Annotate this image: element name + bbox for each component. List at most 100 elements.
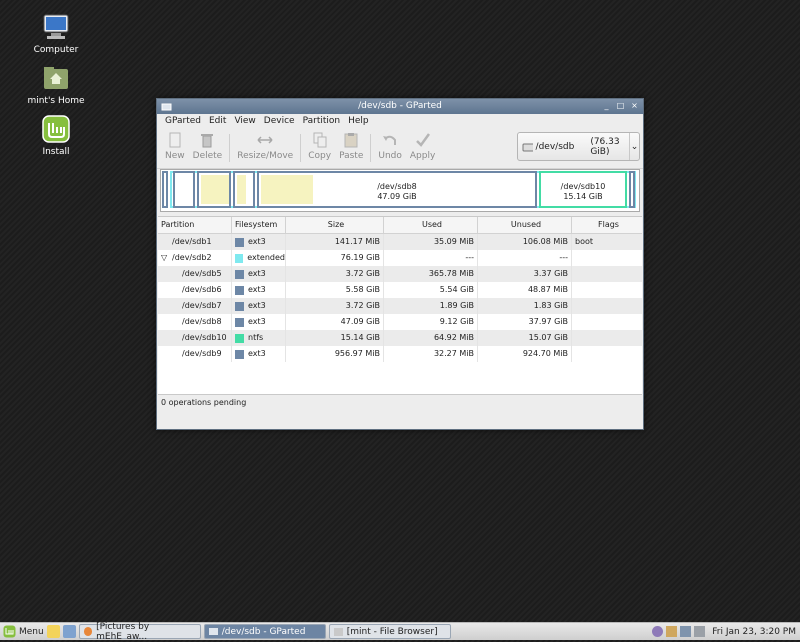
menu-help[interactable]: Help: [344, 116, 373, 126]
apply-label: Apply: [409, 151, 436, 161]
cell-unused: 3.37 GiB: [478, 266, 572, 282]
undo-icon: [383, 135, 397, 145]
partition-name: /dev/sdb10: [560, 182, 606, 191]
table-row[interactable]: /dev/sdb7 ext3 3.72 GiB 1.89 GiB 1.83 GiB: [158, 298, 642, 314]
desktop-icon-label: mint's Home: [27, 96, 85, 106]
cell-filesystem: ext3: [232, 266, 286, 282]
partition-block-sdb8[interactable]: /dev/sdb8 47.09 GiB: [257, 171, 537, 208]
table-row[interactable]: /dev/sdb10 ntfs 15.14 GiB 64.92 MiB 15.07 Gi…: [158, 330, 642, 346]
cell-used: 5.54 GiB: [384, 282, 478, 298]
partition-block-sdb9[interactable]: [629, 171, 635, 208]
expander-chevron-icon[interactable]: ▽: [161, 250, 167, 266]
cell-size: 76.19 GiB: [286, 250, 384, 266]
filesystem-name: ntfs: [248, 333, 264, 342]
cell-partition: ▽ /dev/sdb2: [158, 250, 232, 266]
task-label: [Pictures by mEhE_aw...: [96, 621, 150, 642]
device-selector[interactable]: /dev/sdb (76.33 GiB) ⌄: [517, 132, 640, 161]
task-file-browser[interactable]: [mint - File Browser]: [328, 624, 451, 639]
gparted-app-icon: [161, 101, 172, 112]
table-row[interactable]: /dev/sdb1 ext3 141.17 MiB 35.09 MiB 106.08 M…: [158, 234, 642, 250]
menubar: GParted Edit View Device Partition Help: [157, 114, 643, 128]
column-header-filesystem[interactable]: Filesystem: [232, 217, 286, 233]
partition-block-sdb6[interactable]: [197, 171, 231, 208]
chevron-down-icon: ⌄: [628, 133, 639, 160]
toolbar: New Delete Resize/Move Copy Paste Undo A…: [157, 128, 643, 169]
desktop-icon-install[interactable]: Install: [26, 114, 86, 157]
minimize-icon[interactable]: _: [602, 101, 611, 110]
filesystem-name: ext3: [248, 285, 266, 294]
column-header-partition[interactable]: Partition: [158, 217, 232, 233]
show-desktop-icon[interactable]: [62, 625, 76, 638]
firefox-icon: [83, 627, 93, 636]
cell-flags: [572, 330, 642, 346]
partition-block-sdb7[interactable]: [233, 171, 255, 208]
delete-button[interactable]: Delete: [189, 128, 227, 161]
cell-unused: 106.08 MiB: [478, 234, 572, 250]
task-gparted[interactable]: /dev/sdb - GParted: [203, 624, 326, 639]
apply-checkmark-icon: [415, 133, 430, 147]
menu-device[interactable]: Device: [260, 116, 299, 126]
partition-name: /dev/sdb6: [182, 285, 222, 294]
new-button[interactable]: New: [161, 128, 189, 161]
table-row[interactable]: /dev/sdb9 ext3 956.97 MiB 32.27 MiB 924.70 M…: [158, 346, 642, 362]
cell-filesystem: ext3: [232, 234, 286, 250]
desktop-icon-computer[interactable]: Computer: [26, 12, 86, 55]
menu-button[interactable]: Menu: [3, 625, 44, 638]
cell-used: 365.78 MiB: [384, 266, 478, 282]
partition-size: 47.09 GiB: [377, 192, 417, 201]
menu-edit[interactable]: Edit: [205, 116, 230, 126]
settings-icon[interactable]: [652, 626, 664, 637]
table-row[interactable]: /dev/sdb8 ext3 47.09 GiB 9.12 GiB 37.97 GiB: [158, 314, 642, 330]
undo-button[interactable]: Undo: [374, 128, 406, 161]
system-tray: Fri Jan 23, 3:20 PM: [652, 626, 796, 637]
partition-name: /dev/sdb8: [182, 317, 222, 326]
cell-partition: /dev/sdb1: [158, 234, 232, 250]
apply-button[interactable]: Apply: [406, 128, 439, 161]
partition-map: /dev/sdb8 47.09 GiB /dev/sdb10 15.14 GiB: [160, 169, 640, 212]
cell-unused: ---: [478, 250, 572, 266]
cell-used: 64.92 MiB: [384, 330, 478, 346]
clock[interactable]: Fri Jan 23, 3:20 PM: [712, 627, 796, 637]
undo-label: Undo: [378, 151, 402, 161]
column-header-used[interactable]: Used: [384, 217, 478, 233]
partition-table: Partition Filesystem Size Used Unused Fl…: [158, 216, 642, 410]
partition-block-sdb10[interactable]: /dev/sdb10 15.14 GiB: [539, 171, 627, 208]
cell-unused: 48.87 MiB: [478, 282, 572, 298]
gparted-window: /dev/sdb - GParted _ □ × GParted Edit Vi…: [156, 98, 644, 430]
filesystem-name: ext3: [248, 237, 266, 246]
cell-flags: [572, 250, 642, 266]
close-icon[interactable]: ×: [630, 101, 639, 110]
cell-size: 141.17 MiB: [286, 234, 384, 250]
network-icon[interactable]: [680, 626, 692, 637]
window-titlebar[interactable]: /dev/sdb - GParted _ □ ×: [157, 99, 643, 114]
column-header-unused[interactable]: Unused: [478, 217, 572, 233]
column-header-flags[interactable]: Flags: [572, 217, 642, 233]
resize-move-button[interactable]: Resize/Move: [233, 128, 297, 161]
text-editor-launcher-icon[interactable]: [46, 625, 60, 638]
table-row[interactable]: ▽/dev/sdb2 extended 76.19 GiB --- ---: [158, 250, 642, 266]
copy-icon: [313, 132, 327, 148]
desktop-icon-home[interactable]: mint's Home: [26, 63, 86, 106]
cell-flags: [572, 346, 642, 362]
table-row[interactable]: /dev/sdb6 ext3 5.58 GiB 5.54 GiB 48.87 MiB: [158, 282, 642, 298]
copy-button[interactable]: Copy: [304, 128, 335, 161]
cell-partition: /dev/sdb8: [158, 314, 232, 330]
partition-block-sdb1[interactable]: [162, 171, 168, 208]
desktop-icon-label: Computer: [33, 45, 79, 55]
column-header-size[interactable]: Size: [286, 217, 384, 233]
toolbar-separator: [370, 134, 372, 162]
cell-partition: /dev/sdb7: [158, 298, 232, 314]
menu-partition[interactable]: Partition: [299, 116, 345, 126]
paste-button[interactable]: Paste: [335, 128, 367, 161]
partition-name: /dev/sdb5: [182, 269, 222, 278]
folder-icon: [333, 627, 343, 636]
partition-block-sdb5[interactable]: [173, 171, 195, 208]
task-pictures[interactable]: [Pictures by mEhE_aw...: [78, 621, 201, 642]
menu-view[interactable]: View: [230, 116, 259, 126]
volume-icon[interactable]: [694, 626, 706, 637]
filesystem-color-swatch: [235, 237, 244, 247]
maximize-icon[interactable]: □: [616, 101, 625, 110]
update-manager-icon[interactable]: [666, 626, 678, 637]
menu-gparted[interactable]: GParted: [161, 116, 205, 126]
table-row[interactable]: /dev/sdb5 ext3 3.72 GiB 365.78 MiB 3.37 GiB: [158, 266, 642, 282]
